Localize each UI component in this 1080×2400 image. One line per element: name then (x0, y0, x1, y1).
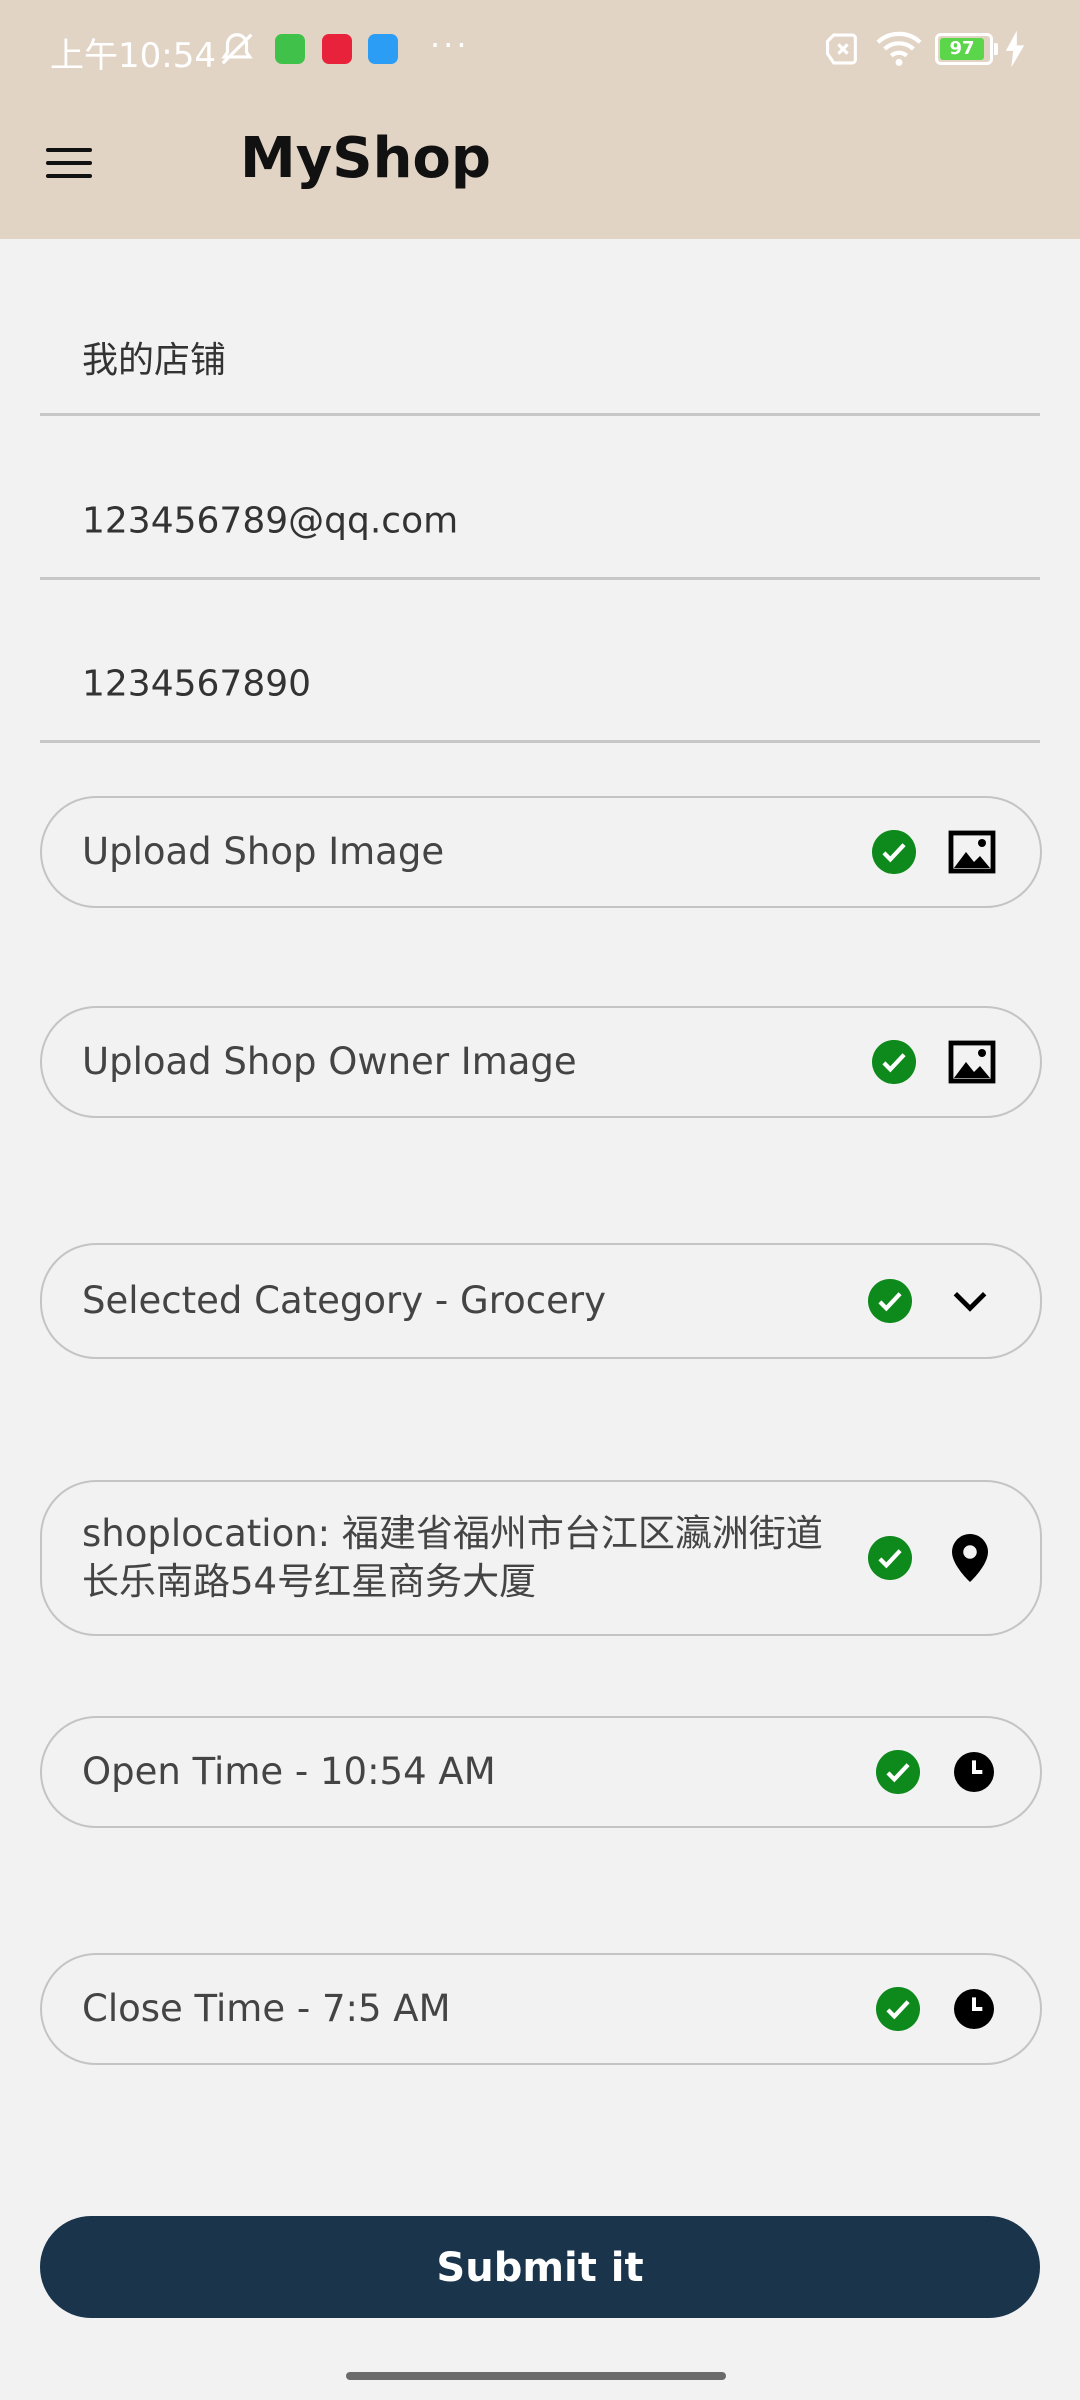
menu-icon[interactable] (46, 148, 94, 180)
category-select[interactable]: Selected Category - Grocery (40, 1243, 1042, 1359)
check-icon (872, 830, 916, 874)
divider (40, 577, 1040, 580)
status-bar: 上午10:54 ··· 97 (0, 0, 1080, 100)
open-time-label: Open Time - 10:54 AM (82, 1750, 496, 1793)
app-notification-icon (275, 34, 305, 64)
chevron-down-icon[interactable] (948, 1279, 992, 1323)
charging-icon (1005, 30, 1025, 68)
submit-button[interactable]: Submit it (40, 2216, 1040, 2318)
battery-icon: 97 (935, 33, 998, 65)
clock-icon[interactable] (954, 1989, 994, 2029)
mute-icon (221, 33, 253, 65)
shop-name-value: 我的店铺 (82, 340, 227, 381)
check-icon (868, 1536, 912, 1580)
image-icon[interactable] (948, 830, 996, 874)
email-field[interactable]: 123456789@qq.com (40, 462, 1040, 580)
check-icon (868, 1279, 912, 1323)
shop-name-field[interactable]: 我的店铺 (40, 298, 1040, 416)
app-bar: 上午10:54 ··· 97 MyShop (0, 0, 1080, 239)
upload-shop-image-field[interactable]: Upload Shop Image (40, 796, 1042, 908)
phone-value: 1234567890 (82, 663, 312, 705)
shop-location-line1: shoplocation: 福建省福州市台江区瀛洲街道 (82, 1512, 823, 1555)
check-icon (872, 1040, 916, 1084)
more-notifications-icon: ··· (430, 26, 470, 64)
status-time: 上午10:54 (50, 36, 216, 76)
shop-location-line2: 长乐南路54号红星商务大厦 (82, 1560, 537, 1603)
upload-shop-image-label: Upload Shop Image (82, 830, 445, 873)
category-label: Selected Category - Grocery (82, 1279, 606, 1322)
email-value: 123456789@qq.com (82, 500, 459, 542)
page-title: MyShop (240, 126, 491, 191)
shop-location-field[interactable]: shoplocation: 福建省福州市台江区瀛洲街道 长乐南路54号红星商务大… (40, 1480, 1042, 1636)
clock-icon[interactable] (954, 1752, 994, 1792)
divider (40, 740, 1040, 743)
wifi-icon (876, 31, 922, 66)
battery-level: 97 (940, 38, 984, 60)
no-sim-icon (826, 33, 857, 65)
location-pin-icon[interactable] (952, 1533, 988, 1583)
check-icon (876, 1987, 920, 2031)
close-time-field[interactable]: Close Time - 7:5 AM (40, 1953, 1042, 2065)
image-icon[interactable] (948, 1040, 996, 1084)
app-notification-icon (322, 34, 352, 64)
home-indicator[interactable] (346, 2372, 726, 2380)
divider (40, 413, 1040, 416)
upload-owner-image-label: Upload Shop Owner Image (82, 1040, 577, 1083)
phone-field[interactable]: 1234567890 (40, 625, 1040, 743)
open-time-field[interactable]: Open Time - 10:54 AM (40, 1716, 1042, 1828)
app-notification-icon (368, 34, 398, 64)
close-time-label: Close Time - 7:5 AM (82, 1987, 451, 2030)
shop-location-label: shoplocation: 福建省福州市台江区瀛洲街道 长乐南路54号红星商务大… (82, 1510, 823, 1606)
check-icon (876, 1750, 920, 1794)
upload-owner-image-field[interactable]: Upload Shop Owner Image (40, 1006, 1042, 1118)
